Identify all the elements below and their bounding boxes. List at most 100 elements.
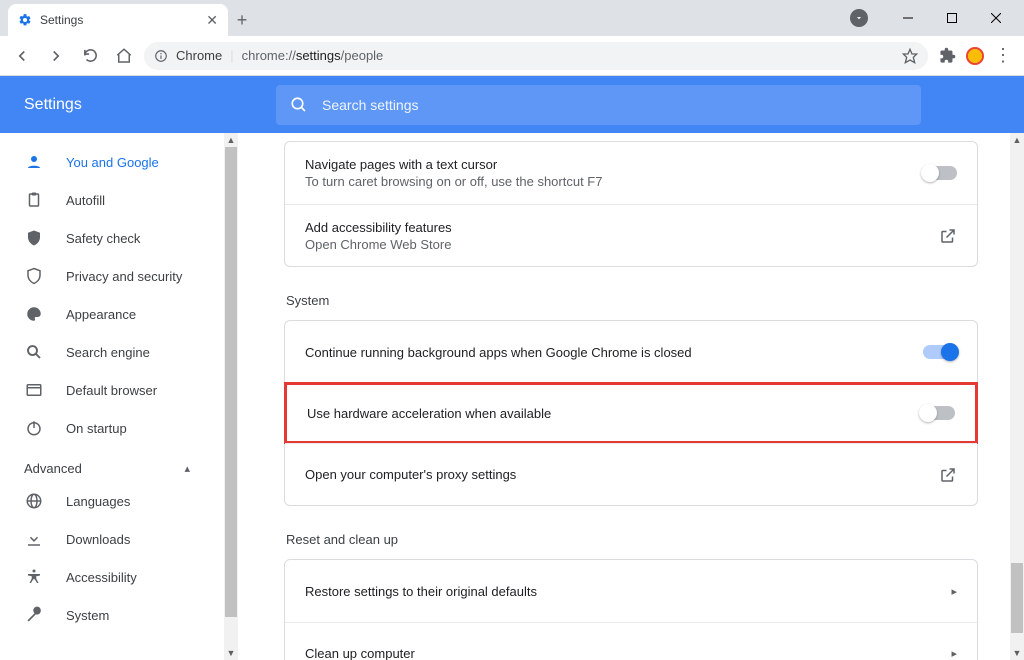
row-title: Navigate pages with a text cursor xyxy=(305,157,923,172)
accessibility-card: Navigate pages with a text cursor To tur… xyxy=(284,141,978,267)
sidebar-scrollbar[interactable]: ▲ ▼ xyxy=(224,133,238,660)
sidebar-item-label: Downloads xyxy=(66,532,130,547)
sidebar-item-label: Search engine xyxy=(66,345,150,360)
sidebar-item-label: Privacy and security xyxy=(66,269,182,284)
extension-icons: ⋮ xyxy=(934,47,1016,65)
section-title-reset: Reset and clean up xyxy=(286,532,978,547)
sidebar-item-privacy[interactable]: Privacy and security xyxy=(0,257,238,295)
sidebar-item-appearance[interactable]: Appearance xyxy=(0,295,238,333)
sidebar-item-label: Safety check xyxy=(66,231,140,246)
row-clean-up[interactable]: Clean up computer ▸ xyxy=(285,622,977,660)
sidebar-item-search-engine[interactable]: Search engine xyxy=(0,333,238,371)
scroll-up-icon[interactable]: ▲ xyxy=(1010,133,1024,147)
globe-icon xyxy=(24,492,44,510)
sidebar-item-system[interactable]: System xyxy=(0,596,238,634)
sidebar-item-autofill[interactable]: Autofill xyxy=(0,181,238,219)
settings-sidebar: You and Google Autofill Safety check Pri… xyxy=(0,133,238,660)
sidebar-item-label: System xyxy=(66,608,109,623)
new-tab-button[interactable]: + xyxy=(228,4,256,36)
chevron-up-icon: ▴ xyxy=(184,462,190,475)
row-background-apps[interactable]: Continue running background apps when Go… xyxy=(285,321,977,383)
sidebar-item-label: Accessibility xyxy=(66,570,137,585)
sidebar-item-label: Autofill xyxy=(66,193,105,208)
sidebar-section-advanced[interactable]: Advanced ▴ xyxy=(0,447,238,482)
window-controls xyxy=(850,0,1024,36)
row-title: Restore settings to their original defau… xyxy=(305,584,951,599)
row-title: Add accessibility features xyxy=(305,220,939,235)
reset-card: Restore settings to their original defau… xyxy=(284,559,978,660)
menu-button[interactable]: ⋮ xyxy=(994,47,1012,65)
settings-search[interactable] xyxy=(276,85,921,125)
row-title: Continue running background apps when Go… xyxy=(305,345,923,360)
browser-toolbar: Chrome | chrome://settings/people ⋮ xyxy=(0,36,1024,76)
scroll-down-icon[interactable]: ▼ xyxy=(224,646,238,660)
chevron-right-icon: ▸ xyxy=(951,585,957,598)
row-caret-browsing[interactable]: Navigate pages with a text cursor To tur… xyxy=(285,142,977,204)
sidebar-item-default-browser[interactable]: Default browser xyxy=(0,371,238,409)
search-icon xyxy=(290,96,308,114)
sidebar-item-downloads[interactable]: Downloads xyxy=(0,520,238,558)
extensions-icon[interactable] xyxy=(938,47,956,65)
close-window-button[interactable] xyxy=(974,3,1018,33)
download-icon xyxy=(24,530,44,548)
scrollbar-thumb[interactable] xyxy=(1011,563,1023,633)
main-scrollbar[interactable]: ▲ ▼ xyxy=(1010,133,1024,660)
settings-header: Settings xyxy=(0,76,1024,133)
extension-badge-icon[interactable] xyxy=(966,47,984,65)
browser-icon xyxy=(24,381,44,399)
maximize-button[interactable] xyxy=(930,3,974,33)
forward-button[interactable] xyxy=(42,42,70,70)
back-button[interactable] xyxy=(8,42,36,70)
sidebar-item-label: You and Google xyxy=(66,155,159,170)
reload-button[interactable] xyxy=(76,42,104,70)
sidebar-item-label: Default browser xyxy=(66,383,157,398)
shield-check-icon xyxy=(24,229,44,247)
scroll-down-icon[interactable]: ▼ xyxy=(1010,646,1024,660)
chevron-right-icon: ▸ xyxy=(951,647,957,660)
address-bar[interactable]: Chrome | chrome://settings/people xyxy=(144,42,928,70)
wrench-icon xyxy=(24,606,44,624)
row-add-accessibility[interactable]: Add accessibility features Open Chrome W… xyxy=(285,204,977,266)
person-icon xyxy=(24,153,44,171)
external-link-icon xyxy=(939,227,957,245)
sidebar-item-safety-check[interactable]: Safety check xyxy=(0,219,238,257)
account-status-icon[interactable] xyxy=(850,9,868,27)
search-input[interactable] xyxy=(322,97,907,113)
sidebar-section-label: Advanced xyxy=(24,461,82,476)
clipboard-icon xyxy=(24,191,44,209)
settings-body: You and Google Autofill Safety check Pri… xyxy=(0,133,1024,660)
sidebar-item-you-and-google[interactable]: You and Google xyxy=(0,143,238,181)
row-title: Open your computer's proxy settings xyxy=(305,467,939,482)
sidebar-item-label: On startup xyxy=(66,421,127,436)
omnibox-host: Chrome xyxy=(176,48,222,63)
bookmark-star-icon[interactable] xyxy=(902,48,918,64)
row-subtitle: To turn caret browsing on or off, use th… xyxy=(305,174,923,189)
row-title: Use hardware acceleration when available xyxy=(307,406,921,421)
browser-tab[interactable]: Settings ✕ xyxy=(8,4,228,36)
scroll-up-icon[interactable]: ▲ xyxy=(224,133,238,147)
site-info-icon[interactable] xyxy=(154,49,168,63)
section-title-system: System xyxy=(286,293,978,308)
gear-icon xyxy=(18,13,32,27)
row-proxy-settings[interactable]: Open your computer's proxy settings xyxy=(285,443,977,505)
sidebar-item-languages[interactable]: Languages xyxy=(0,482,238,520)
minimize-button[interactable] xyxy=(886,3,930,33)
palette-icon xyxy=(24,305,44,323)
close-icon[interactable]: ✕ xyxy=(206,12,218,29)
search-icon xyxy=(24,343,44,361)
row-title: Clean up computer xyxy=(305,646,951,660)
page-title: Settings xyxy=(24,96,276,114)
accessibility-icon xyxy=(24,568,44,586)
toggle-hardware-acceleration[interactable] xyxy=(921,406,955,420)
sidebar-item-on-startup[interactable]: On startup xyxy=(0,409,238,447)
sidebar-item-label: Appearance xyxy=(66,307,136,322)
toggle-background-apps[interactable] xyxy=(923,345,957,359)
toggle-caret-browsing[interactable] xyxy=(923,166,957,180)
home-button[interactable] xyxy=(110,42,138,70)
row-restore-defaults[interactable]: Restore settings to their original defau… xyxy=(285,560,977,622)
window-titlebar: Settings ✕ + xyxy=(0,0,1024,36)
row-hardware-acceleration[interactable]: Use hardware acceleration when available xyxy=(284,382,978,444)
scrollbar-thumb[interactable] xyxy=(225,147,237,617)
sidebar-item-accessibility[interactable]: Accessibility xyxy=(0,558,238,596)
settings-main: Navigate pages with a text cursor To tur… xyxy=(238,133,1024,660)
